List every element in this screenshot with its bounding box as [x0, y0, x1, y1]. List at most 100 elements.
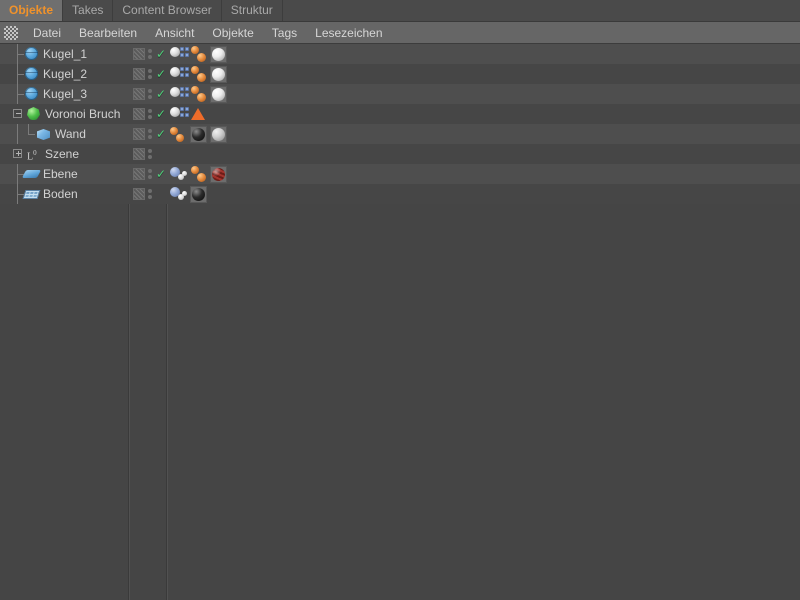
enabled-checkmark-icon[interactable]: ✓	[156, 88, 166, 100]
visibility-dots[interactable]	[147, 129, 152, 139]
render-visibility-dot[interactable]	[147, 155, 152, 159]
render-visibility-dot[interactable]	[147, 95, 152, 99]
expander-toggle[interactable]	[13, 149, 22, 158]
editor-visibility-dot[interactable]	[147, 69, 152, 73]
object-toggle-cell: ✓	[128, 104, 166, 124]
menu-item-datei[interactable]: Datei	[24, 26, 70, 40]
render-visibility-dot[interactable]	[147, 55, 152, 59]
object-tags-cell	[166, 44, 227, 64]
enabled-checkmark-icon[interactable]: ✓	[156, 68, 166, 80]
sphere-icon	[24, 66, 39, 81]
render-visibility-dot[interactable]	[147, 75, 152, 79]
editor-visibility-dot[interactable]	[147, 129, 152, 133]
dynamics-body-tag[interactable]	[170, 106, 189, 123]
object-name-cell[interactable]: Kugel_2	[0, 64, 128, 84]
menu-item-bearbeiten[interactable]: Bearbeiten	[70, 26, 146, 40]
tab-struktur[interactable]: Struktur	[221, 0, 283, 21]
material-gray-tag[interactable]	[210, 125, 227, 143]
rigid-body-tag[interactable]	[190, 165, 207, 183]
object-name-cell[interactable]: Ebene	[0, 164, 128, 184]
dynamics-body-tag[interactable]	[170, 86, 189, 103]
editor-visibility-dot[interactable]	[147, 49, 152, 53]
render-visibility-dot[interactable]	[147, 195, 152, 199]
render-visibility-dot[interactable]	[147, 135, 152, 139]
material-white-tag[interactable]	[210, 45, 227, 63]
collider-body-tag[interactable]	[170, 126, 187, 143]
dynamics-collider-tag[interactable]	[170, 166, 187, 183]
object-name-cell[interactable]: Voronoi Bruch	[0, 104, 128, 124]
material-black-tag[interactable]	[190, 125, 207, 143]
object-tags-cell	[166, 144, 170, 164]
material-white-tag[interactable]	[210, 85, 227, 103]
object-label: Szene	[45, 147, 80, 161]
enabled-checkmark-icon[interactable]: ✓	[156, 128, 166, 140]
menu-item-ansicht[interactable]: Ansicht	[146, 26, 203, 40]
expander-toggle[interactable]	[13, 109, 22, 118]
tab-objekte[interactable]: Objekte	[0, 0, 64, 21]
object-tags-cell	[166, 124, 227, 144]
visibility-dots[interactable]	[147, 89, 152, 99]
visibility-dots[interactable]	[147, 189, 152, 199]
visibility-dots[interactable]	[147, 169, 152, 179]
sphere-icon	[24, 86, 39, 101]
visibility-dots[interactable]	[147, 149, 152, 159]
object-name-cell[interactable]: L0 Szene	[0, 144, 128, 164]
tab-bar: Objekte Takes Content Browser Struktur	[0, 0, 800, 22]
object-label: Boden	[43, 187, 78, 201]
object-row[interactable]: L0 Szene ✓	[0, 144, 800, 164]
dynamics-body-tag[interactable]	[170, 46, 189, 63]
enabled-checkmark-icon[interactable]: ✓	[156, 108, 166, 120]
visibility-dots[interactable]	[147, 49, 152, 59]
render-visibility-dot[interactable]	[147, 115, 152, 119]
layer-color-swatch[interactable]	[133, 108, 145, 120]
object-name-cell[interactable]: Kugel_1	[0, 44, 128, 64]
editor-visibility-dot[interactable]	[147, 89, 152, 93]
object-row[interactable]: Kugel_3 ✓	[0, 84, 800, 104]
object-row[interactable]: Ebene ✓	[0, 164, 800, 184]
tab-takes[interactable]: Takes	[63, 0, 114, 21]
material-white-tag[interactable]	[210, 65, 227, 83]
object-toggle-cell: ✓	[128, 164, 166, 184]
enabled-checkmark-icon[interactable]: ✓	[156, 48, 166, 60]
object-tags-cell	[166, 184, 207, 204]
tab-content-browser[interactable]: Content Browser	[113, 0, 222, 21]
visibility-dots[interactable]	[147, 109, 152, 119]
object-label: Wand	[55, 127, 86, 141]
layer-color-swatch[interactable]	[133, 128, 145, 140]
rigid-body-tag[interactable]	[190, 85, 207, 103]
dynamics-body-tag[interactable]	[170, 66, 189, 83]
layer-color-swatch[interactable]	[133, 48, 145, 60]
layer-color-swatch[interactable]	[133, 188, 145, 200]
hatch-handle-icon[interactable]	[4, 25, 18, 40]
object-tags-cell	[166, 64, 227, 84]
object-row[interactable]: Kugel_1 ✓	[0, 44, 800, 64]
visibility-dots[interactable]	[147, 69, 152, 79]
menu-item-tags[interactable]: Tags	[263, 26, 306, 40]
render-visibility-dot[interactable]	[147, 175, 152, 179]
material-black-tag[interactable]	[190, 185, 207, 203]
material-red-tag[interactable]	[210, 165, 227, 183]
object-name-cell[interactable]: Wand	[0, 124, 128, 144]
editor-visibility-dot[interactable]	[147, 149, 152, 153]
object-row[interactable]: Wand ✓	[0, 124, 800, 144]
rigid-body-tag[interactable]	[190, 45, 207, 63]
editor-visibility-dot[interactable]	[147, 189, 152, 193]
editor-visibility-dot[interactable]	[147, 109, 152, 113]
enabled-checkmark-icon[interactable]: ✓	[156, 168, 166, 180]
object-row[interactable]: Voronoi Bruch ✓	[0, 104, 800, 124]
menu-item-objekte[interactable]: Objekte	[203, 26, 262, 40]
object-row[interactable]: Kugel_2 ✓	[0, 64, 800, 84]
object-name-cell[interactable]: Kugel_3	[0, 84, 128, 104]
layer-color-swatch[interactable]	[133, 68, 145, 80]
layer-color-swatch[interactable]	[133, 88, 145, 100]
editor-visibility-dot[interactable]	[147, 169, 152, 173]
menu-item-lesezeichen[interactable]: Lesezeichen	[306, 26, 391, 40]
object-name-cell[interactable]: Boden	[0, 184, 128, 204]
dynamics-collider-tag[interactable]	[170, 186, 187, 203]
layer-color-swatch[interactable]	[133, 168, 145, 180]
simulation-triangle-tag[interactable]	[190, 106, 207, 123]
rigid-body-tag[interactable]	[190, 65, 207, 83]
layer-color-swatch[interactable]	[133, 148, 145, 160]
tab-label: Takes	[72, 3, 104, 17]
object-row[interactable]: Boden ✓	[0, 184, 800, 204]
